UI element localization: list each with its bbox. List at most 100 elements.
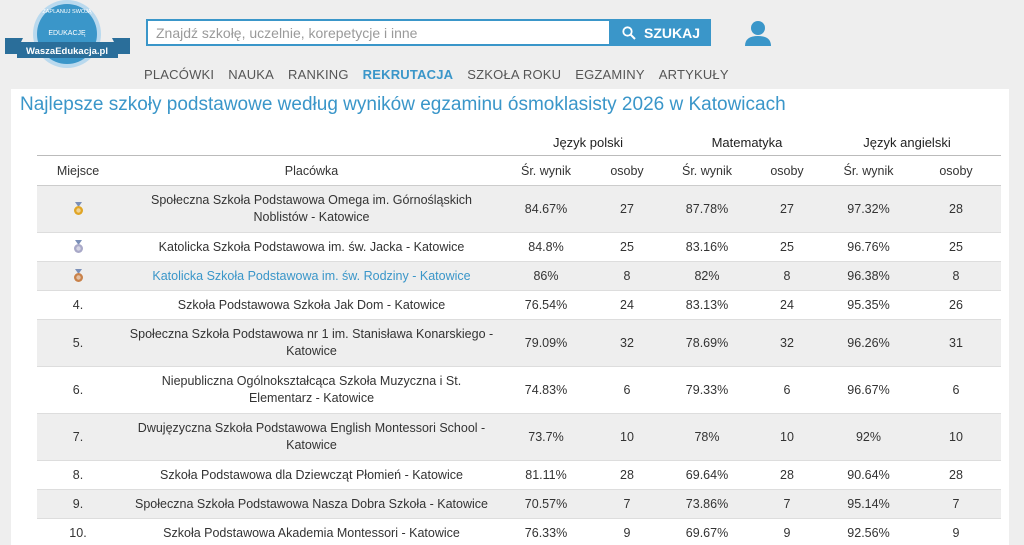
cell-en-n: 31 — [911, 319, 1001, 367]
header-pl-avg[interactable]: Śr. wynik — [504, 155, 588, 186]
cell-en-n: 28 — [911, 185, 1001, 233]
cell-school[interactable]: Szkoła Podstawowa Akademia Montessori - … — [119, 518, 504, 545]
cell-en-n: 25 — [911, 232, 1001, 262]
cell-place: 10. — [37, 518, 119, 545]
svg-text:ZAPLANUJ SWOJĄ: ZAPLANUJ SWOJĄ — [42, 9, 92, 15]
cell-ma-avg: 69.64% — [666, 460, 748, 490]
bronze-medal-icon — [73, 269, 83, 283]
header-pl-count[interactable]: osoby — [588, 155, 666, 186]
cell-pl-avg: 76.33% — [504, 518, 588, 545]
cell-ma-n: 8 — [748, 261, 826, 291]
table-row[interactable]: 5. Społeczna Szkoła Podstawowa nr 1 im. S… — [37, 319, 1001, 367]
cell-pl-avg: 74.83% — [504, 366, 588, 414]
table-row[interactable]: 8. Szkoła Podstawowa dla Dziewcząt Płomie… — [37, 460, 1001, 490]
cell-en-n: 10 — [911, 413, 1001, 461]
cell-en-n: 6 — [911, 366, 1001, 414]
header-place[interactable]: Miejsce — [37, 155, 119, 186]
nav-ranking[interactable]: RANKING — [288, 67, 349, 82]
cell-en-avg: 92.56% — [826, 518, 911, 545]
cell-pl-avg: 73.7% — [504, 413, 588, 461]
main-nav: PLACÓWKI NAUKA RANKING REKRUTACJA SZKOŁA… — [144, 67, 743, 82]
search-button-label: SZUKAJ — [643, 24, 700, 41]
cell-pl-avg: 70.57% — [504, 489, 588, 519]
cell-pl-n: 32 — [588, 319, 666, 367]
cell-en-avg: 90.64% — [826, 460, 911, 490]
nav-nauka[interactable]: NAUKA — [228, 67, 274, 82]
nav-placowki[interactable]: PLACÓWKI — [144, 67, 214, 82]
header-math-avg[interactable]: Śr. wynik — [666, 155, 748, 186]
cell-ma-n: 24 — [748, 290, 826, 320]
site-logo[interactable]: ZAPLANUJ SWOJĄ EDUKACJĘ WaszaEdukacja.pl — [5, 0, 130, 78]
nav-szkola-roku[interactable]: SZKOŁA ROKU — [467, 67, 561, 82]
table-row[interactable]: 7. Dwujęzyczna Szkoła Podstawowa English … — [37, 413, 1001, 461]
cell-school[interactable]: Społeczna Szkoła Podstawowa Omega im. Gó… — [119, 185, 504, 233]
table-row[interactable]: 4. Szkoła Podstawowa Szkoła Jak Dom - Kat… — [37, 290, 1001, 320]
user-account-icon[interactable] — [744, 19, 772, 47]
cell-pl-n: 25 — [588, 232, 666, 262]
table-row[interactable]: 9. Społeczna Szkoła Podstawowa Nasza Dobr… — [37, 489, 1001, 519]
search-input[interactable] — [146, 19, 611, 46]
cell-pl-n: 7 — [588, 489, 666, 519]
cell-pl-n: 27 — [588, 185, 666, 233]
table-row[interactable]: 6. Niepubliczna Ogólnokształcąca Szkoła M… — [37, 366, 1001, 414]
cell-place: 7. — [37, 413, 119, 461]
cell-school[interactable]: Dwujęzyczna Szkoła Podstawowa English Mo… — [119, 413, 504, 461]
cell-ma-n: 28 — [748, 460, 826, 490]
table-row[interactable]: 10. Szkoła Podstawowa Akademia Montessori… — [37, 518, 1001, 545]
cell-ma-n: 6 — [748, 366, 826, 414]
table-row[interactable]: Społeczna Szkoła Podstawowa Omega im. Gó… — [37, 185, 1001, 233]
table-row[interactable]: Katolicka Szkoła Podstawowa im. św. Rodz… — [37, 261, 1001, 291]
cell-pl-n: 8 — [588, 261, 666, 291]
cell-ma-n: 7 — [748, 489, 826, 519]
header-math-count[interactable]: osoby — [748, 155, 826, 186]
cell-school[interactable]: Społeczna Szkoła Podstawowa nr 1 im. Sta… — [119, 319, 504, 367]
cell-pl-n: 10 — [588, 413, 666, 461]
cell-place — [37, 261, 119, 291]
cell-en-avg: 95.35% — [826, 290, 911, 320]
search-button[interactable]: SZUKAJ — [611, 19, 711, 46]
nav-egzaminy[interactable]: EGZAMINY — [575, 67, 645, 82]
cell-ma-avg: 79.33% — [666, 366, 748, 414]
cell-pl-n: 6 — [588, 366, 666, 414]
cell-pl-avg: 84.8% — [504, 232, 588, 262]
cell-ma-n: 10 — [748, 413, 826, 461]
cell-school[interactable]: Katolicka Szkoła Podstawowa im. św. Rodz… — [119, 261, 504, 291]
group-header-math: Matematyka — [711, 135, 783, 150]
cell-school[interactable]: Katolicka Szkoła Podstawowa im. św. Jack… — [119, 232, 504, 262]
cell-ma-avg: 78.69% — [666, 319, 748, 367]
cell-pl-n: 9 — [588, 518, 666, 545]
search-bar: SZUKAJ — [146, 19, 712, 46]
main-content: Najlepsze szkoły podstawowe według wynik… — [11, 89, 1009, 545]
cell-en-n: 7 — [911, 489, 1001, 519]
cell-en-avg: 97.32% — [826, 185, 911, 233]
ranking-table: Miejsce Placówka Śr. wynik osoby Śr. wyn… — [37, 155, 1001, 545]
cell-en-avg: 95.14% — [826, 489, 911, 519]
cell-ma-avg: 78% — [666, 413, 748, 461]
cell-place — [37, 185, 119, 233]
svg-text:EDUKACJĘ: EDUKACJĘ — [48, 30, 86, 37]
cell-ma-n: 25 — [748, 232, 826, 262]
cell-school[interactable]: Szkoła Podstawowa dla Dziewcząt Płomień … — [119, 460, 504, 490]
cell-school[interactable]: Niepubliczna Ogólnokształcąca Szkoła Muz… — [119, 366, 504, 414]
cell-school[interactable]: Szkoła Podstawowa Szkoła Jak Dom - Katow… — [119, 290, 504, 320]
header-en-count[interactable]: osoby — [911, 155, 1001, 186]
header-school[interactable]: Placówka — [119, 155, 504, 186]
cell-place: 5. — [37, 319, 119, 367]
gold-medal-icon — [73, 202, 83, 216]
page-title: Najlepsze szkoły podstawowe według wynik… — [20, 94, 786, 115]
cell-ma-avg: 82% — [666, 261, 748, 291]
table-header-row: Miejsce Placówka Śr. wynik osoby Śr. wyn… — [37, 155, 1001, 186]
cell-place: 4. — [37, 290, 119, 320]
table-body: Społeczna Szkoła Podstawowa Omega im. Gó… — [37, 185, 1001, 545]
silver-medal-icon — [73, 240, 83, 254]
cell-en-avg: 96.67% — [826, 366, 911, 414]
cell-ma-avg: 69.67% — [666, 518, 748, 545]
nav-artykuly[interactable]: ARTYKUŁY — [659, 67, 729, 82]
header-en-avg[interactable]: Śr. wynik — [826, 155, 911, 186]
table-row[interactable]: Katolicka Szkoła Podstawowa im. św. Jack… — [37, 232, 1001, 262]
cell-pl-avg: 79.09% — [504, 319, 588, 367]
nav-rekrutacja[interactable]: REKRUTACJA — [363, 67, 454, 82]
cell-school[interactable]: Społeczna Szkoła Podstawowa Nasza Dobra … — [119, 489, 504, 519]
cell-pl-avg: 81.11% — [504, 460, 588, 490]
cell-pl-avg: 76.54% — [504, 290, 588, 320]
